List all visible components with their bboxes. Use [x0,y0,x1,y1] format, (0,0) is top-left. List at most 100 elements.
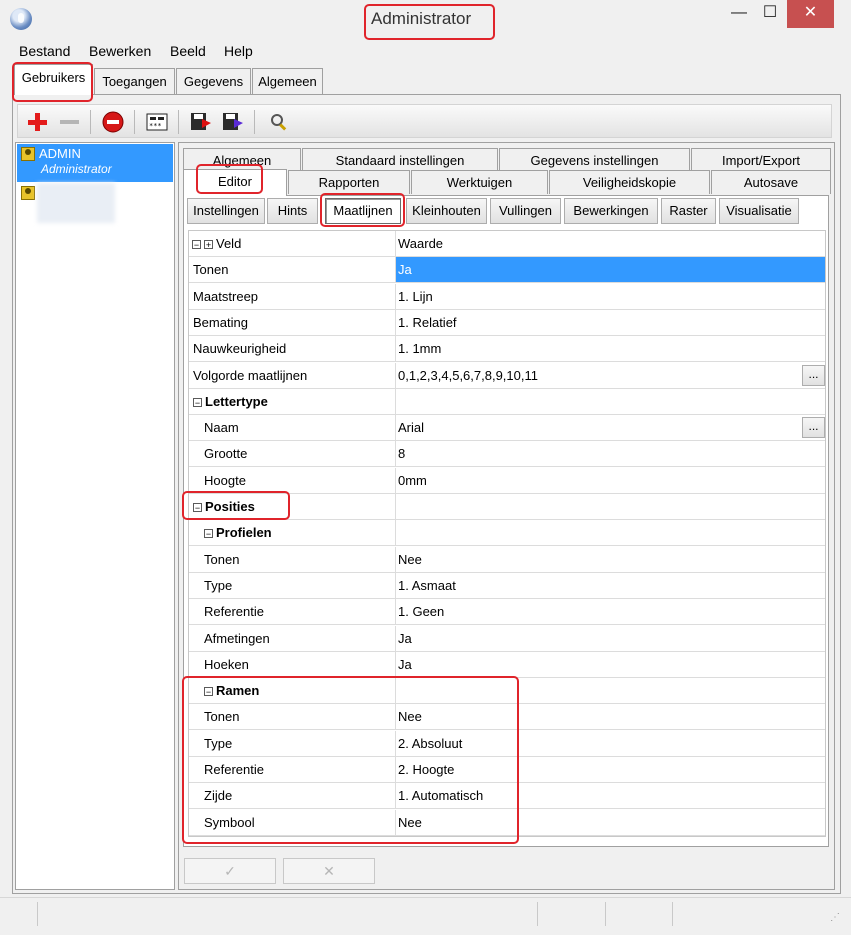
status-separator [672,902,673,926]
value-cell[interactable]: Ja [396,626,825,651]
add-icon[interactable] [26,111,48,133]
list-item[interactable] [17,183,173,223]
user-role: Administrator [41,162,112,176]
collapse-icon[interactable]: − [204,529,213,539]
value-cell[interactable]: 0,1,2,3,4,5,6,7,8,9,10,11 [396,363,825,388]
tab-gegevens-instellingen[interactable]: Gegevens instellingen [499,148,690,172]
raster-button[interactable]: Raster [661,198,716,224]
remove-icon[interactable] [58,111,80,133]
hints-button[interactable]: Hints [267,198,318,224]
tab-rapporten[interactable]: Rapporten [288,170,410,194]
highlight-posities [182,491,290,520]
field-label: Tonen [204,552,240,567]
property-row[interactable]: Hoeken Ja [189,652,825,678]
value-cell[interactable]: 1. 1mm [396,336,825,361]
user-name: ADMIN [39,146,81,161]
user-list: ADMIN Administrator [15,142,175,890]
value-cell[interactable]: 1. Asmaat [396,573,825,598]
field-label: Profielen [216,525,272,540]
value-cell[interactable]: 1. Geen [396,599,825,624]
property-row[interactable]: Tonen Nee [189,547,825,573]
property-row[interactable]: Naam Arial... [189,415,825,441]
apply-button[interactable]: ✓ [184,858,276,884]
import-icon[interactable] [190,111,212,133]
tab-veiligheidskopie[interactable]: Veiligheidskopie [549,170,710,194]
search-icon[interactable] [268,111,290,133]
delete-icon[interactable] [102,111,124,133]
resize-grip-icon[interactable]: ⋰ [830,912,844,926]
field-cell: Type [204,573,232,598]
toolbar-separator [134,110,135,134]
value-cell[interactable]: Ja [396,257,825,282]
value-cell[interactable]: 0mm [396,468,825,493]
tab-toegangen[interactable]: Toegangen [94,68,175,94]
menu-help[interactable]: Help [224,43,253,59]
field-label: Type [204,578,233,593]
field-label: Hoogte [204,473,246,488]
value-cell[interactable] [396,389,825,414]
highlight-tab-editor [196,164,263,194]
value-cell[interactable]: Nee [396,547,825,572]
group-row[interactable]: − Lettertype [189,389,825,415]
status-separator [605,902,606,926]
list-item[interactable]: ADMIN Administrator [17,144,173,182]
blurred-user-name [37,183,115,223]
value-cell[interactable] [396,494,825,519]
tab-gegevens[interactable]: Gegevens [176,68,251,94]
property-row[interactable]: Referentie 1. Geen [189,599,825,625]
property-row[interactable]: Tonen Ja [189,257,825,283]
tab-standaard-instellingen[interactable]: Standaard instellingen [302,148,498,172]
toolbar-separator [254,110,255,134]
column-divider[interactable] [395,231,396,256]
expand-all-icon[interactable]: + [204,240,213,250]
field-label: Naam [204,420,239,435]
maximize-button[interactable]: ☐ [755,0,785,28]
collapse-icon[interactable]: − [193,398,202,408]
tab-werktuigen[interactable]: Werktuigen [411,170,548,194]
kleinhouten-button[interactable]: Kleinhouten [406,198,487,224]
value-cell[interactable]: Ja [396,652,825,677]
field-cell: Maatstreep [193,284,258,309]
minimize-button[interactable]: — [724,0,754,28]
vullingen-button[interactable]: Vullingen [490,198,561,224]
value-cell[interactable] [396,520,825,545]
password-icon[interactable]: *** [146,111,168,133]
value-cell[interactable]: 1. Lijn [396,284,825,309]
menu-bar: Bestand Bewerken Beeld Help [10,40,840,62]
ellipsis-button[interactable]: ... [802,417,825,438]
field-label: Lettertype [205,394,268,409]
tab-import-export[interactable]: Import/Export [691,148,831,172]
property-row[interactable]: Volgorde maatlijnen 0,1,2,3,4,5,6,7,8,9,1… [189,363,825,389]
property-row[interactable]: Type 1. Asmaat [189,573,825,599]
tab-autosave[interactable]: Autosave [711,170,831,194]
menu-beeld[interactable]: Beeld [170,43,206,59]
property-row[interactable]: Maatstreep 1. Lijn [189,284,825,310]
toolbar-separator [90,110,91,134]
group-row[interactable]: − Profielen [189,520,825,546]
menu-bewerken[interactable]: Bewerken [89,43,151,59]
menu-bestand[interactable]: Bestand [19,43,70,59]
property-row[interactable]: Bemating 1. Relatief [189,310,825,336]
close-button[interactable]: ✕ [787,0,834,28]
visualisatie-button[interactable]: Visualisatie [719,198,799,224]
tab-algemeen[interactable]: Algemeen [252,68,323,94]
collapse-all-icon[interactable]: − [192,240,201,250]
value-cell[interactable]: Arial [396,415,825,440]
value-cell[interactable]: 1. Relatief [396,310,825,335]
highlight-tab-gebruikers [12,62,93,102]
property-row[interactable]: Grootte 8 [189,441,825,467]
bewerkingen-button[interactable]: Bewerkingen [564,198,658,224]
field-label: Bemating [193,315,248,330]
ellipsis-button[interactable]: ... [802,365,825,386]
cancel-button[interactable]: ✕ [283,858,375,884]
field-cell: Hoeken [204,652,249,677]
property-row[interactable]: Nauwkeurigheid 1. 1mm [189,336,825,362]
field-cell: Nauwkeurigheid [193,336,286,361]
app-icon[interactable] [10,8,32,30]
header-field-label: Veld [216,236,242,251]
instellingen-button[interactable]: Instellingen [187,198,265,224]
export-icon[interactable] [222,111,244,133]
field-cell: Naam [204,415,239,440]
property-row[interactable]: Afmetingen Ja [189,626,825,652]
value-cell[interactable]: 8 [396,441,825,466]
